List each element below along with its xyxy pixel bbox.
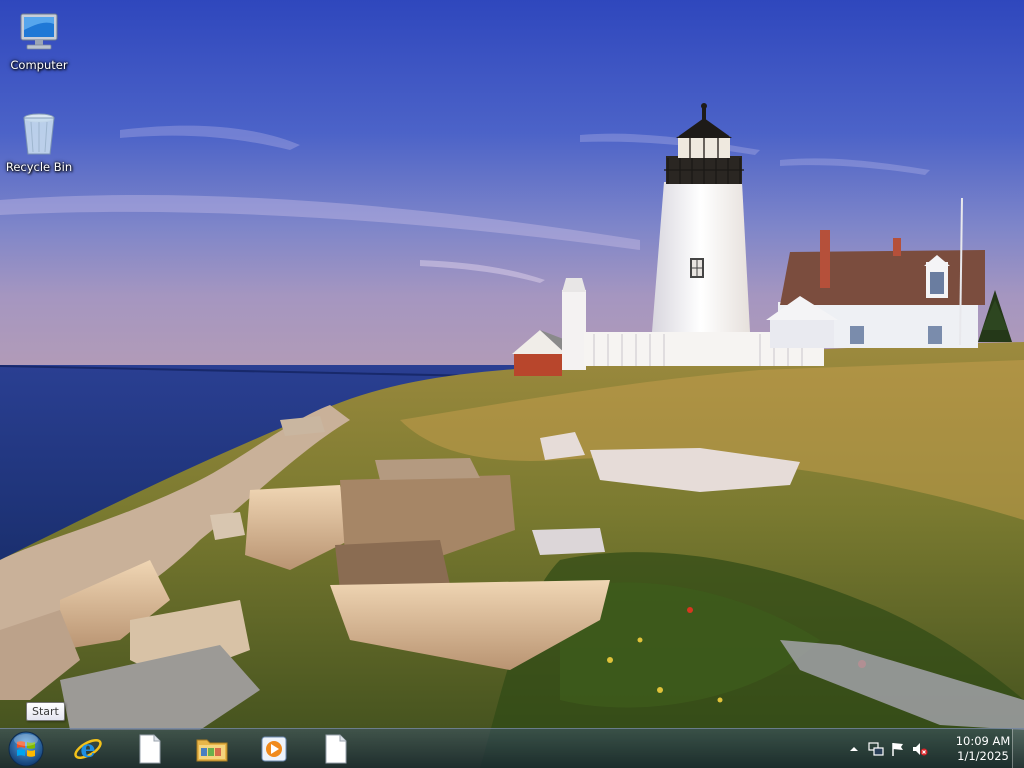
recycle-bin-icon <box>23 113 55 155</box>
volume-muted-icon[interactable] <box>912 741 928 757</box>
start-tooltip: Start <box>26 702 65 721</box>
system-tray: 10:09 AM 1/1/2025 <box>834 729 1024 768</box>
show-desktop-button[interactable] <box>1012 729 1024 768</box>
clock-date: 1/1/2025 <box>957 749 1009 763</box>
computer-icon <box>20 13 58 50</box>
desktop-icon-recycle-bin[interactable]: Recycle Bin <box>1 110 77 174</box>
blank-document-icon <box>139 734 161 764</box>
taskbar-button-internet-explorer[interactable]: e <box>60 731 116 767</box>
desktop-icon-label: Recycle Bin <box>5 160 73 174</box>
clock-time: 10:09 AM <box>955 734 1011 748</box>
internet-explorer-icon: e <box>74 734 102 763</box>
network-icon[interactable] <box>868 741 884 757</box>
taskbar-button-file-explorer[interactable] <box>184 731 240 767</box>
blank-document-icon <box>325 734 347 764</box>
taskbar: e 10:09 AM 1/1/2025 <box>0 728 1024 768</box>
file-explorer-icon <box>196 739 228 762</box>
desktop[interactable]: Computer Recycle Bin Start e 10:09 AM 1/… <box>0 0 1024 768</box>
show-hidden-icons-chevron-icon[interactable] <box>846 741 862 757</box>
desktop-wallpaper <box>0 0 1024 768</box>
action-center-flag-icon[interactable] <box>890 741 906 757</box>
taskbar-clock[interactable]: 10:09 AM 1/1/2025 <box>952 734 1014 764</box>
start-button[interactable] <box>4 730 48 768</box>
media-player-icon <box>261 736 287 762</box>
desktop-icon-label: Computer <box>10 58 68 72</box>
taskbar-button-media-player[interactable] <box>246 731 302 767</box>
taskbar-button-document[interactable] <box>122 731 178 767</box>
desktop-icon-computer[interactable]: Computer <box>1 8 77 72</box>
svg-text:e: e <box>80 734 95 763</box>
taskbar-button-document-2[interactable] <box>308 731 364 767</box>
